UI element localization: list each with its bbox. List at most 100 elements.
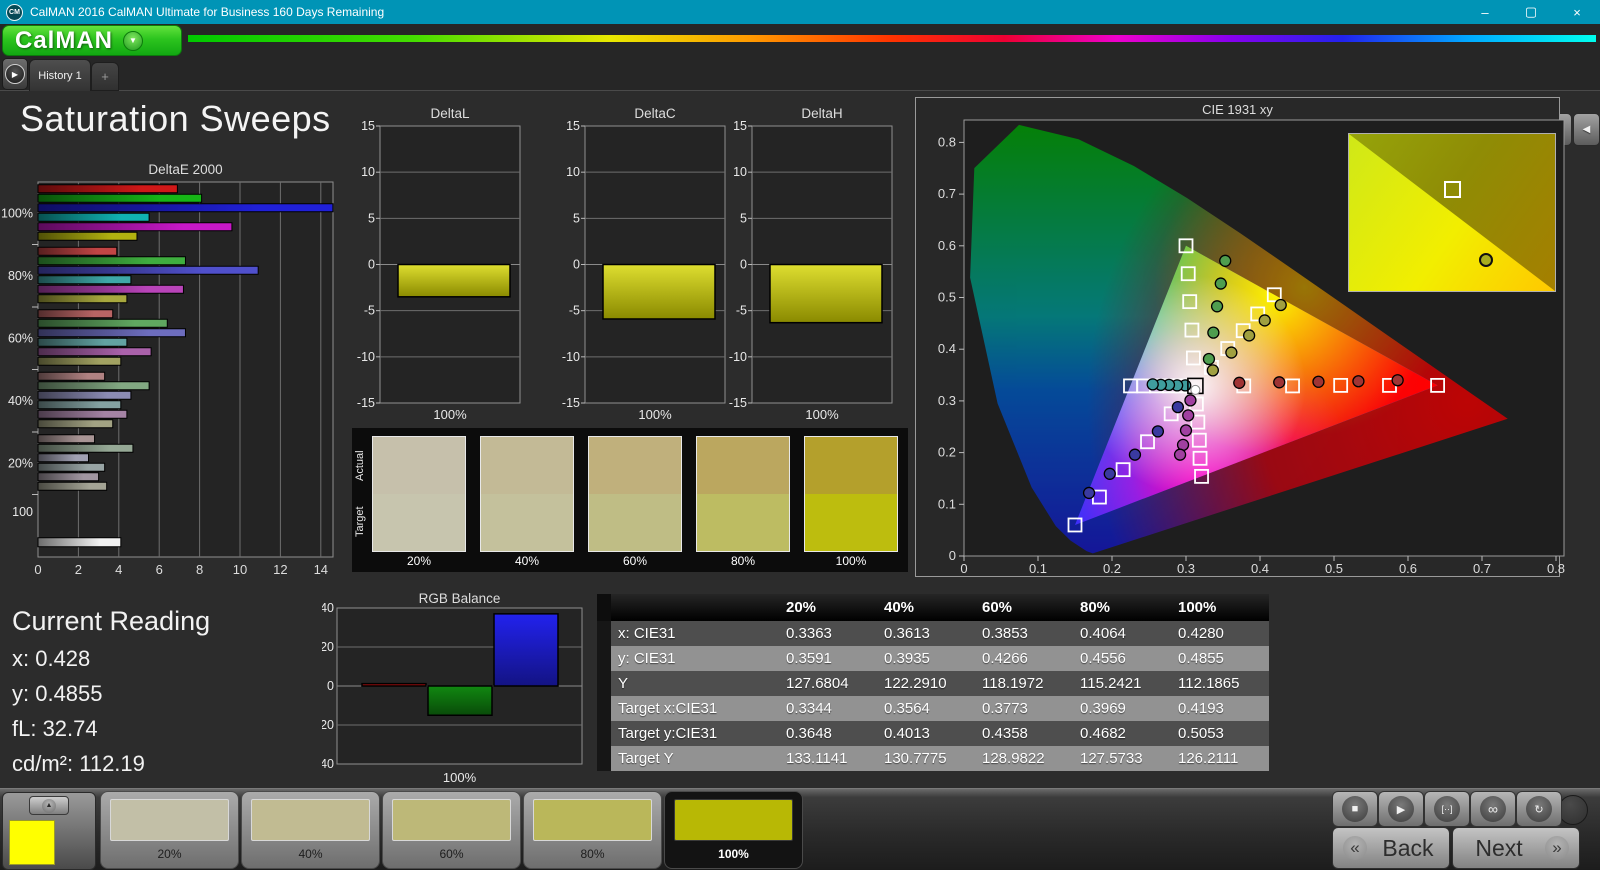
table-row-label: Y: [611, 671, 779, 696]
svg-text:0.1: 0.1: [938, 496, 956, 511]
table-cell: 127.5733: [1073, 746, 1171, 771]
table-cell: 112.1865: [1171, 671, 1269, 696]
table-row-label: Target Y: [611, 746, 779, 771]
svg-text:0.1: 0.1: [1029, 561, 1047, 574]
svg-text:0.5: 0.5: [938, 290, 956, 305]
loop-button[interactable]: ∞: [1470, 791, 1516, 827]
close-button[interactable]: ×: [1554, 0, 1600, 24]
swatch-60%: [588, 436, 682, 552]
current-reading-y: y: 0.4855: [12, 681, 103, 706]
saturation-level-button-100%[interactable]: 100%: [664, 791, 803, 869]
table-cell: 0.4358: [975, 721, 1073, 746]
table-header-100%: 100%: [1171, 594, 1269, 621]
saturation-level-button-20%[interactable]: 20%: [100, 791, 239, 869]
svg-text:40%: 40%: [8, 394, 33, 408]
table-header-20%: 20%: [779, 594, 877, 621]
stop-button[interactable]: ■: [1332, 791, 1378, 827]
svg-text:100%: 100%: [1, 206, 33, 220]
chevron-left-icon: «: [1343, 836, 1367, 860]
table-cell: 115.2421: [1073, 671, 1171, 696]
saturation-level-button-60%[interactable]: 60%: [382, 791, 521, 869]
calman-window: CM CalMAN 2016 CalMAN Ultimate for Busin…: [0, 0, 1600, 870]
table-cell: 0.4064: [1073, 621, 1171, 646]
svg-text:0.7: 0.7: [1473, 561, 1491, 574]
swatch-label: 40%: [514, 554, 540, 568]
swatch-label: 100%: [835, 554, 867, 568]
swatch-80%: [696, 436, 790, 552]
table-row: x: CIE31 0.3363 0.3613 0.3853 0.4064 0.4280: [597, 621, 1269, 646]
pattern-panel-expand-button[interactable]: ▲: [29, 796, 69, 815]
refresh-button[interactable]: ↻: [1516, 791, 1562, 827]
cie-measured-magenta: [1182, 409, 1195, 422]
play-icon: ▶: [1388, 796, 1414, 822]
table-row: Target Y 133.1141 130.7775 128.9822 127.5733…: [597, 746, 1269, 771]
cie-current-reading-point: [1190, 384, 1201, 395]
table-cell: 0.5053: [1171, 721, 1269, 746]
level-label: 100%: [718, 847, 749, 861]
cie-measured-magenta: [1173, 448, 1187, 461]
restore-button[interactable]: ▢: [1508, 0, 1554, 24]
svg-text:-20: -20: [322, 718, 334, 732]
cie-measured-blue: [1128, 448, 1142, 461]
target-swatch: [481, 494, 573, 551]
calman-logo-button[interactable]: CalMAN ▼: [2, 25, 182, 56]
svg-text:-10: -10: [562, 350, 580, 364]
current-reading-title: Current Reading: [12, 606, 211, 636]
svg-text:100%: 100%: [805, 407, 839, 422]
step-button[interactable]: [··]: [1424, 791, 1470, 827]
back-button-label: Back: [1382, 834, 1434, 861]
layout-nav-button[interactable]: ▶: [2, 58, 28, 90]
cie-1931-panel: CIE 1931 xy 0 0.1 0.2 0.3 0.4 0.5 0.6 0.7 0.8 0 0.…: [915, 97, 1565, 577]
actual-row-label: Actual: [354, 450, 366, 482]
cie-measured-blue: [1103, 467, 1116, 480]
page-title: Saturation Sweeps: [20, 98, 331, 139]
current-reading-cdm2: cd/m²: 112.19: [12, 751, 145, 776]
cie-measured-green: [1210, 300, 1224, 313]
next-button-label: Next: [1475, 834, 1523, 861]
add-tab-button[interactable]: +: [91, 62, 119, 91]
svg-text:-10: -10: [357, 350, 375, 364]
table-cell: 0.3773: [975, 696, 1073, 721]
svg-text:0.8: 0.8: [1547, 561, 1565, 574]
cie-zoom-inset: [1348, 133, 1556, 292]
svg-text:5: 5: [368, 211, 375, 225]
minimize-button[interactable]: –: [1462, 0, 1508, 24]
table-header-row-label: [611, 594, 779, 621]
cie-measured-yellow: [1206, 364, 1220, 377]
table-row-label: Target x:CIE31: [611, 696, 779, 721]
table-row-label: y: CIE31: [611, 646, 779, 671]
chevron-right-icon: »: [1545, 836, 1569, 860]
current-reading-fl: fL: 32.74: [12, 716, 98, 741]
table-cell: 127.6804: [779, 671, 877, 696]
level-swatch: [533, 799, 652, 841]
svg-text:-5: -5: [364, 304, 375, 318]
back-button[interactable]: « Back: [1332, 827, 1450, 869]
table-cell: 130.7775: [877, 746, 975, 771]
deltal-chart: DeltaL 15 10 5 0 -5 -10 -15 100%: [357, 106, 521, 422]
triangle-left-icon: ◀: [1582, 124, 1591, 135]
cie-measured-blue: [1082, 486, 1096, 500]
svg-text:0.4: 0.4: [1251, 561, 1269, 574]
saturation-level-button-40%[interactable]: 40%: [241, 791, 380, 869]
svg-text:DeltaL: DeltaL: [430, 106, 470, 121]
level-swatch: [110, 799, 229, 841]
svg-text:15: 15: [361, 119, 375, 133]
chevron-down-icon[interactable]: ▼: [123, 30, 144, 51]
svg-text:12: 12: [273, 562, 287, 577]
svg-text:-15: -15: [562, 396, 580, 410]
svg-text:20: 20: [322, 640, 334, 654]
tab-history-1[interactable]: History 1: [29, 59, 91, 91]
cie-measured-green: [1219, 254, 1232, 267]
cie-measured-green: [1214, 277, 1227, 290]
next-button[interactable]: Next »: [1452, 827, 1580, 869]
svg-text:20%: 20%: [8, 456, 33, 470]
deltac-chart: DeltaC 15 10 5 0 -5 -10 -15 100%: [562, 106, 726, 422]
saturation-level-button-80%[interactable]: 80%: [523, 791, 662, 869]
spectrum-gradient-bar: [188, 35, 1596, 42]
current-pattern-swatch[interactable]: [9, 820, 55, 865]
table-cell: 0.4013: [877, 721, 975, 746]
cie-measured-blue: [1171, 400, 1185, 414]
actual-swatch: [805, 437, 897, 494]
collapse-panel-button[interactable]: ◀: [1573, 113, 1600, 146]
play-button[interactable]: ▶: [1378, 791, 1424, 827]
